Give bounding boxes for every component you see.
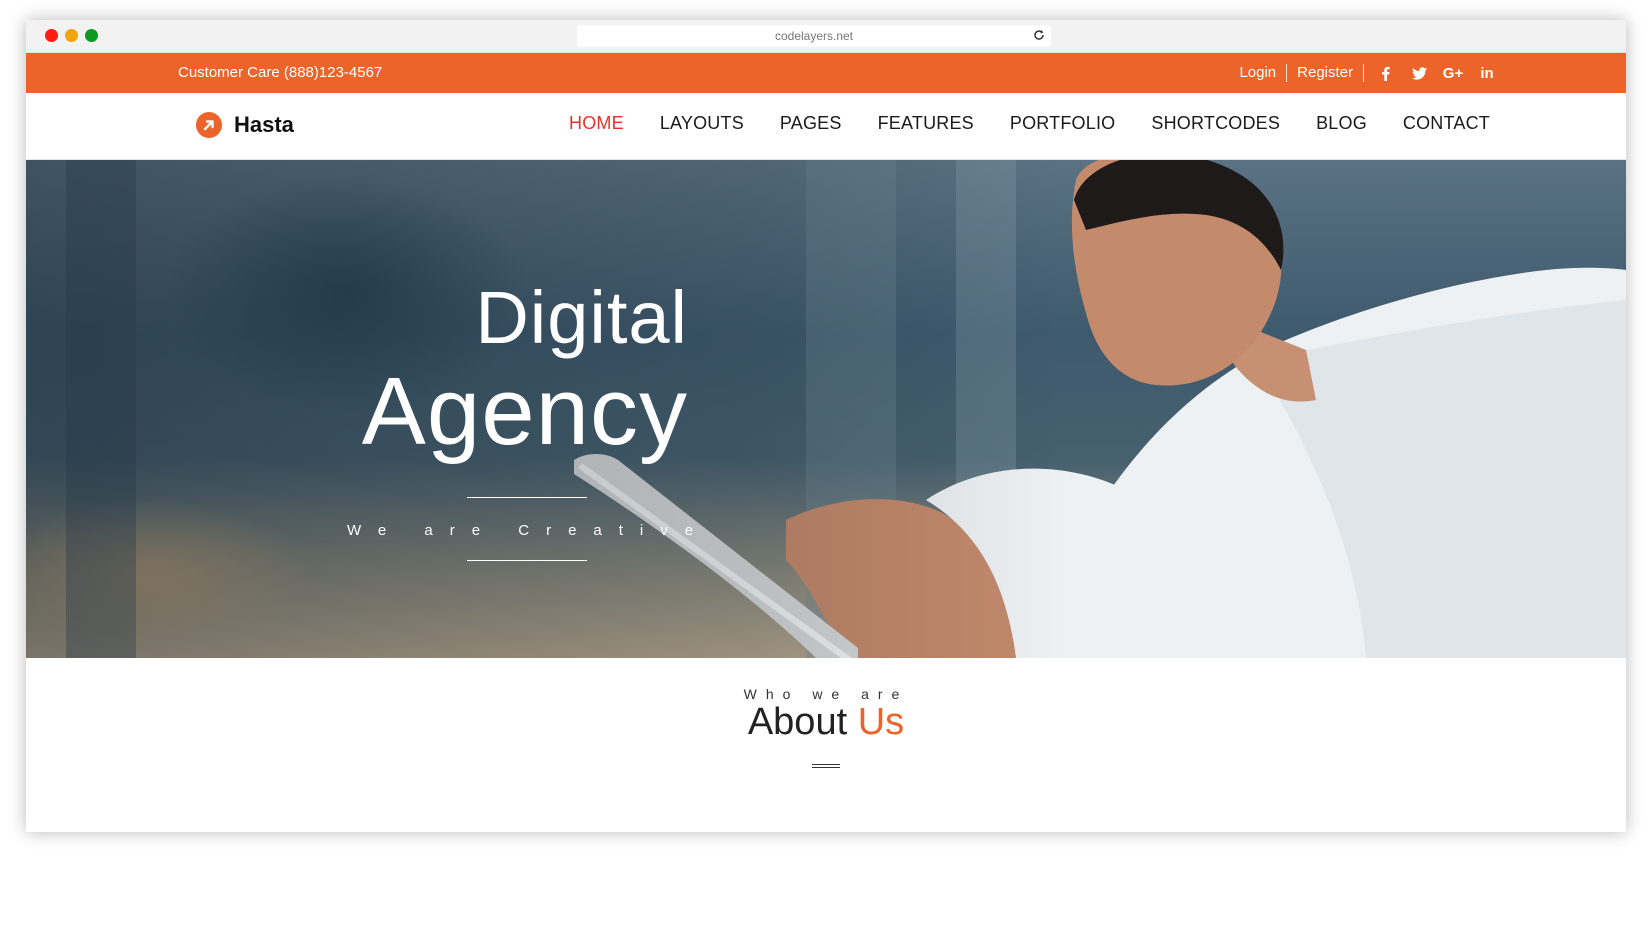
hero-banner: Digital Agency We are Creative [26,160,1626,658]
url-text: codelayers.net [774,29,854,43]
nav-item-portfolio[interactable]: PORTFOLIO [1010,113,1116,134]
about-heading-main: About [747,701,848,743]
linkedin-icon[interactable]: in [1476,65,1498,82]
hero-title-line2: Agency [361,358,688,465]
about-divider [812,764,840,768]
nav-item-pages[interactable]: PAGES [780,113,842,134]
top-contact-bar: Customer Care (888)123-4567 Login Regist… [26,53,1626,93]
nav-item-blog[interactable]: BLOG [1316,113,1367,134]
brand-logo[interactable]: Hasta [196,112,294,138]
main-navbar: Hasta HOME LAYOUTS PAGES FEATURES PORTFO… [26,93,1626,160]
top-links: Login Register G+ in [1229,53,1504,93]
register-link[interactable]: Register [1287,64,1363,82]
maximize-window-button[interactable] [85,29,98,42]
browser-window: codelayers.net Customer Care (888)123-45… [26,20,1626,832]
brand-name: Hasta [234,112,294,137]
arrow-up-right-icon [196,112,222,138]
divider [1363,64,1364,82]
address-bar[interactable]: codelayers.net [577,25,1051,47]
hero-divider-bottom [467,560,587,561]
nav-item-features[interactable]: FEATURES [878,113,974,134]
nav-item-layouts[interactable]: LAYOUTS [660,113,744,134]
hero-divider-top [467,497,587,498]
hero-subtitle: We are Creative [347,522,711,539]
nav-item-home[interactable]: HOME [569,113,624,134]
about-heading-accent: Us [857,701,905,743]
hero-title-line1: Digital [475,276,688,359]
google-plus-icon[interactable]: G+ [1442,65,1464,82]
nav-item-shortcodes[interactable]: SHORTCODES [1151,113,1280,134]
customer-care-text: Customer Care (888)123-4567 [178,64,383,81]
login-link[interactable]: Login [1229,64,1286,82]
reload-icon[interactable] [1033,25,1045,47]
browser-chrome: codelayers.net [26,20,1626,53]
social-links: G+ in [1368,65,1504,82]
minimize-window-button[interactable] [65,29,78,42]
divider [1286,64,1288,82]
twitter-icon[interactable] [1408,66,1430,80]
about-kicker: Who we are [743,686,909,702]
about-heading: About Us [26,701,1626,744]
hero-overlay [26,160,1626,658]
facebook-icon[interactable] [1374,66,1396,81]
nav-item-contact[interactable]: CONTACT [1403,113,1490,134]
nav-menu: HOME LAYOUTS PAGES FEATURES PORTFOLIO SH… [569,113,1526,134]
close-window-button[interactable] [45,29,58,42]
